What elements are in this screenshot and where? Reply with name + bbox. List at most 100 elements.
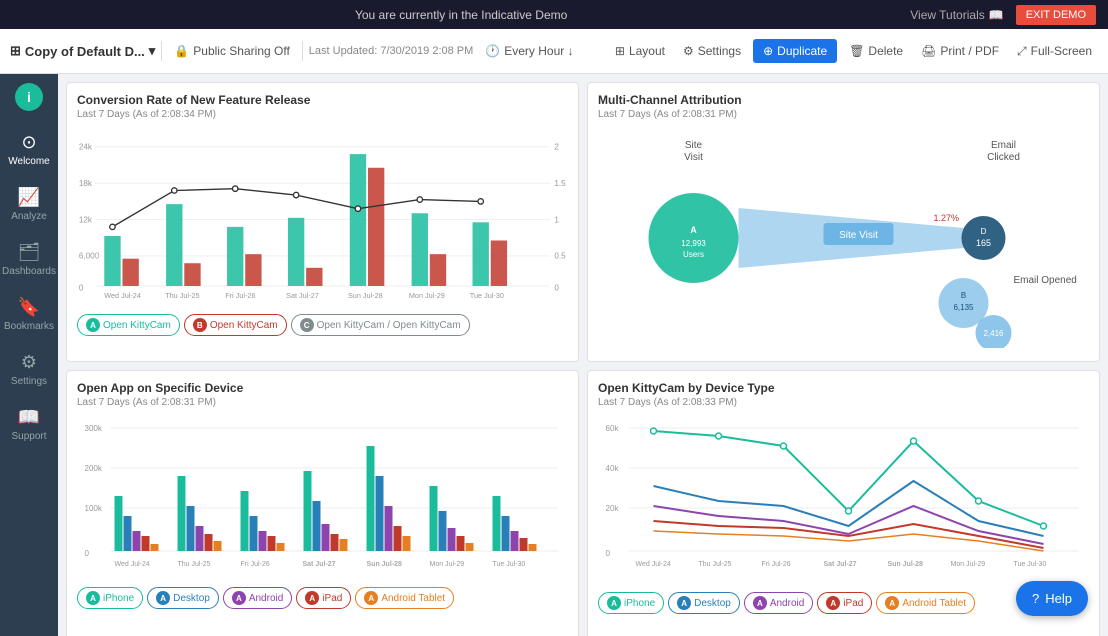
legend-icon-1: A [86,318,100,332]
svg-text:i: i [27,89,31,105]
svg-text:Wed Jul-24: Wed Jul-24 [115,561,150,568]
dashboard-name[interactable]: ⊞ Copy of Default D... ▾ [10,43,155,59]
svg-text:Thu Jul-25: Thu Jul-25 [178,561,211,568]
copy-icon: ⊕ [763,44,773,58]
settings-button[interactable]: ⚙ Settings [677,40,747,62]
bookmarks-icon: 🔖 [18,297,40,318]
support-icon: 📖 [18,407,40,428]
svg-text:1: 1 [554,215,559,224]
kittycam-tab-android[interactable]: A Android [744,592,813,614]
svg-text:12k: 12k [79,215,93,224]
legend-icon-2: B [193,318,207,332]
conversion-rate-chart: 24k 18k 12k 6,000 0 2 1.5 1 0.5 0 [77,128,568,303]
open-app-tab-iphone[interactable]: A iPhone [77,587,143,609]
svg-text:Sun Jul-28: Sun Jul-28 [348,291,383,300]
desktop-icon: A [156,591,170,605]
top-banner: You are currently in the Indicative Demo… [0,0,1108,29]
iphone-icon: A [86,591,100,605]
print-button[interactable]: 🖨 Print / PDF [915,40,1005,62]
svg-text:2: 2 [554,143,559,152]
svg-text:Sun Jul-28: Sun Jul-28 [888,561,924,568]
svg-text:A: A [690,225,697,235]
toolbar-left: ⊞ Copy of Default D... ▾ 🔒 Public Sharin… [10,40,601,62]
legend-tab-2[interactable]: B Open KittyCam [184,314,287,336]
k-android-tablet-icon: A [885,596,899,610]
legend-tab-1[interactable]: A Open KittyCam [77,314,180,336]
svg-text:0: 0 [606,549,611,558]
layout-button[interactable]: ⊞ Layout [609,40,671,62]
svg-text:Clicked: Clicked [987,152,1020,163]
delete-button[interactable]: 🗑 Delete [843,40,909,62]
svg-text:60k: 60k [606,424,620,433]
dashboards-icon: 🗂 [18,242,41,263]
chevron-icon: ▾ [149,43,156,59]
kittycam-tab-desktop[interactable]: A Desktop [668,592,740,614]
trash-icon: 🗑 [849,44,864,58]
open-kittycam-title: Open KittyCam by Device Type [598,381,1089,395]
dashboard-grid: Conversion Rate of New Feature Release L… [58,74,1108,636]
kittycam-tab-iphone[interactable]: A iPhone [598,592,664,614]
svg-text:Thu Jul-25: Thu Jul-25 [699,561,732,568]
open-kittycam-subtitle: Last 7 Days (As of 2:08:33 PM) [598,397,1089,408]
kittycam-tab-android-tablet[interactable]: A Android Tablet [876,592,975,614]
exit-demo-button[interactable]: EXIT DEMO [1016,5,1096,25]
svg-text:Fri Jul-26: Fri Jul-26 [241,561,270,568]
multi-channel-card: Multi-Channel Attribution Last 7 Days (A… [587,82,1100,362]
frequency-selector[interactable]: 🕐 Every Hour ↓ [479,40,579,62]
kittycam-tab-ipad[interactable]: A iPad [817,592,872,614]
android-icon: A [232,591,246,605]
k-android-icon: A [753,596,767,610]
separator-2 [302,41,303,61]
sidebar-item-settings[interactable]: ⚙ Settings [3,344,55,395]
svg-text:Email: Email [991,140,1016,151]
layout-icon: ⊞ [10,43,21,59]
k-ipad-icon: A [826,596,840,610]
svg-text:Site: Site [685,140,703,151]
svg-text:Tue Jul-30: Tue Jul-30 [470,291,504,300]
svg-text:Visit: Visit [684,152,703,163]
svg-text:Tue Jul-30: Tue Jul-30 [493,561,526,568]
sidebar-item-dashboards[interactable]: 🗂 Dashboards [3,234,55,285]
help-button[interactable]: ? Help [1016,581,1088,616]
share-icon: 🔒 [174,44,189,58]
svg-text:Mon Jul-29: Mon Jul-29 [409,291,445,300]
svg-text:300k: 300k [85,424,103,433]
analyze-icon: 📈 [18,187,40,208]
sharing-toggle[interactable]: 🔒 Public Sharing Off [168,40,295,62]
sidebar-item-bookmarks[interactable]: 🔖 Bookmarks [3,289,55,340]
svg-text:Wed Jul-24: Wed Jul-24 [104,291,141,300]
open-app-tab-ipad[interactable]: A iPad [296,587,351,609]
open-app-tab-desktop[interactable]: A Desktop [147,587,219,609]
legend-tab-3[interactable]: C Open KittyCam / Open KittyCam [291,314,470,336]
open-app-legend: A iPhone A Desktop A Android A iPad A [77,587,568,609]
sidebar-item-welcome[interactable]: ⊙ Welcome [3,124,55,175]
svg-text:Wed Jul-24: Wed Jul-24 [636,561,671,568]
multi-channel-diagram: Site Visit Email Clicked A 12,993 Users … [598,128,1089,348]
welcome-icon: ⊙ [21,132,36,153]
ipad-icon: A [305,591,319,605]
k-desktop-icon: A [677,596,691,610]
svg-text:Tue Jul-30: Tue Jul-30 [1014,561,1047,568]
open-app-tab-android[interactable]: A Android [223,587,292,609]
multi-channel-title: Multi-Channel Attribution [598,93,1089,107]
svg-text:6,135: 6,135 [953,303,974,312]
separator-1 [161,41,162,61]
settings-icon: ⚙ [21,352,37,373]
last-updated: Last Updated: 7/30/2019 2:08 PM [309,45,474,57]
open-app-tab-android-tablet[interactable]: A Android Tablet [355,587,454,609]
demo-notice: You are currently in the Indicative Demo [355,8,567,22]
gear-icon: ⚙ [683,44,694,58]
sidebar-item-support[interactable]: 📖 Support [3,399,55,450]
conversion-rate-title: Conversion Rate of New Feature Release [77,93,568,107]
duplicate-button[interactable]: ⊕ Duplicate [753,39,837,63]
app-body: i ⊙ Welcome 📈 Analyze 🗂 Dashboards 🔖 Boo… [0,74,1108,636]
clock-icon: 🕐 [485,44,500,58]
svg-text:Site Visit: Site Visit [839,230,878,241]
print-icon: 🖨 [921,44,936,58]
conversion-rate-card: Conversion Rate of New Feature Release L… [66,82,579,362]
android-tablet-icon: A [364,591,378,605]
sidebar-item-analyze[interactable]: 📈 Analyze [3,179,55,230]
svg-text:0: 0 [554,284,559,293]
fullscreen-button[interactable]: ⤢ Full-Screen [1011,40,1098,63]
view-tutorials-link[interactable]: View Tutorials 📖 [910,8,1003,22]
